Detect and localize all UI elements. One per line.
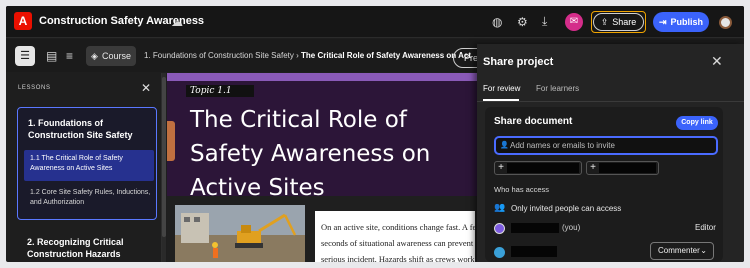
section-heading: Share document	[494, 116, 573, 127]
redacted-name	[511, 246, 557, 257]
list-icon[interactable]: ≡	[66, 49, 73, 63]
share-panel: Share project ✕ For review For learners …	[477, 44, 744, 262]
share-label: Share	[612, 17, 637, 27]
close-icon[interactable]: ✕	[711, 53, 723, 70]
plus-icon: +	[590, 162, 596, 173]
invite-placeholder: Add names or emails to invite	[510, 141, 615, 150]
lesson-body: On an active site, conditions change fas…	[315, 211, 475, 262]
redacted-name	[599, 163, 656, 173]
construction-site-image	[175, 205, 305, 262]
course-tab-label: Course	[101, 51, 131, 61]
suggestion-chip[interactable]: +	[586, 161, 659, 175]
suggestion-chip[interactable]: +	[494, 161, 582, 175]
publish-button[interactable]: ⇥ Publish	[653, 12, 709, 32]
cloud-icon[interactable]: ☁	[171, 15, 183, 29]
lesson-item-2[interactable]: 2. Recognizing Critical Construction Haz…	[27, 236, 157, 260]
lessons-header: LESSONS	[18, 85, 51, 91]
lesson-item-1[interactable]: 1. Foundations of Construction Site Safe…	[17, 107, 157, 220]
plus-icon: +	[498, 162, 504, 173]
hero-banner: Topic 1.1 The Critical Role of Safety Aw…	[167, 73, 477, 201]
invite-input[interactable]: 👤 Add names or emails to invite	[494, 136, 718, 155]
lesson-content: Topic 1.1 The Critical Role of Safety Aw…	[167, 73, 477, 262]
breadcrumb-current: The Critical Role of Safety Awareness on…	[301, 51, 471, 60]
tab-for-review[interactable]: For review	[483, 84, 520, 93]
breadcrumb-parent[interactable]: 1. Foundations of Construction Site Safe…	[144, 51, 294, 60]
layers-icon: ◈	[91, 50, 98, 61]
breadcrumb: 1. Foundations of Construction Site Safe…	[144, 51, 471, 60]
breadcrumb-separator: ›	[296, 51, 299, 60]
download-icon[interactable]: ⤓	[542, 14, 547, 28]
copy-link-button[interactable]: Copy link	[676, 116, 718, 130]
lesson-subitem-active[interactable]: 1.1 The Critical Role of Safety Awarenes…	[24, 150, 154, 181]
hero-handle	[167, 121, 175, 161]
body-line: On an active site, conditions change fas…	[321, 222, 475, 232]
access-heading: Who has access	[494, 185, 550, 194]
you-label: (you)	[562, 223, 581, 232]
access-setting[interactable]: Only invited people can access	[511, 204, 621, 213]
body-line: serious incident. Hazards shift as crews…	[321, 254, 475, 262]
scrollbar-thumb[interactable]	[162, 77, 166, 237]
notification-icon[interactable]: ✉	[565, 13, 583, 31]
sidebar-scrollbar[interactable]	[162, 73, 166, 262]
people-icon: 👥	[494, 202, 506, 212]
lesson-title[interactable]: 1. Foundations of Construction Site Safe…	[28, 117, 150, 141]
share-button[interactable]: ⇪ Share	[591, 11, 646, 33]
close-icon[interactable]: ✕	[141, 81, 151, 95]
publish-label: Publish	[670, 17, 704, 27]
app-window: A Construction Safety Awareness ☁ ◍ ⚙ ⤓ …	[6, 6, 744, 262]
body-line: seconds of situational awareness can pre…	[321, 238, 475, 248]
settings-icon[interactable]: ⚙	[517, 15, 528, 29]
tab-for-learners[interactable]: For learners	[536, 84, 579, 93]
avatar	[494, 223, 505, 234]
role-label: Editor	[695, 223, 716, 232]
menu-icon[interactable]: ☰	[15, 46, 35, 66]
lesson-heading: The Critical Role of Safety Awareness on…	[190, 107, 431, 201]
share-document-section: Share document Copy link 👤 Add names or …	[485, 107, 723, 262]
user-avatar[interactable]	[719, 16, 732, 29]
topic-label: Topic 1.1	[186, 85, 254, 97]
divider	[477, 101, 744, 102]
app-logo: A	[14, 12, 32, 30]
course-tab[interactable]: ◈ Course	[86, 46, 136, 66]
panel-title: Share project	[483, 56, 554, 68]
add-person-icon: 👤	[500, 142, 509, 149]
role-label: Commenter	[658, 246, 700, 255]
redacted-name	[511, 223, 559, 233]
document-icon[interactable]: ▤	[46, 49, 57, 63]
top-bar: A Construction Safety Awareness ☁ ◍ ⚙ ⤓ …	[6, 6, 744, 38]
palette-icon[interactable]: ◍	[492, 15, 502, 29]
share-icon: ⇪	[600, 16, 609, 27]
avatar	[494, 247, 505, 258]
chevron-down-icon: ⌄	[700, 246, 707, 255]
redacted-name	[507, 163, 579, 173]
role-dropdown[interactable]: Commenter ⌄	[650, 242, 714, 260]
lesson-subitem[interactable]: 1.2 Core Site Safety Rules, Inductions, …	[30, 188, 152, 208]
lessons-sidebar: LESSONS ✕ 1. Foundations of Construction…	[15, 73, 162, 262]
publish-icon: ⇥	[658, 16, 667, 27]
